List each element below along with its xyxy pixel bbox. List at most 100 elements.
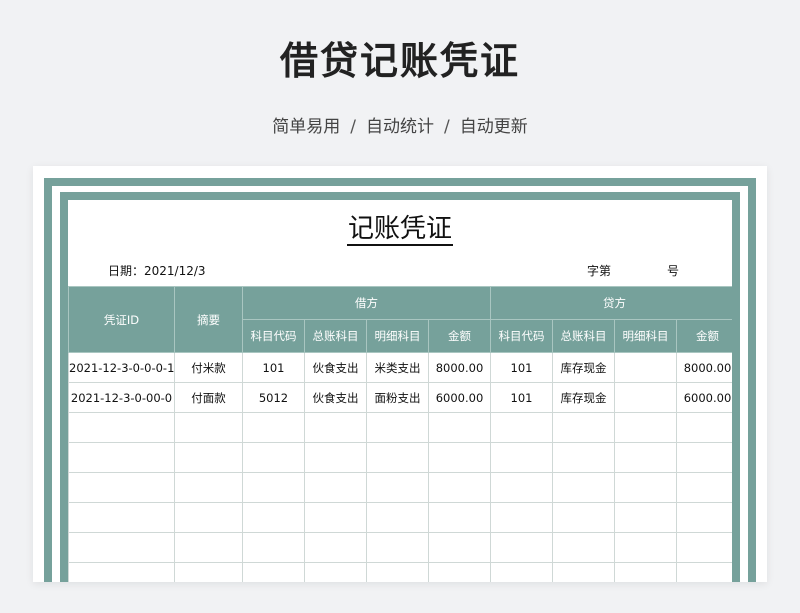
table-cell[interactable]: [552, 412, 615, 443]
table-cell[interactable]: [68, 412, 175, 443]
table-cell[interactable]: [614, 562, 677, 582]
col-credit: 贷方: [490, 286, 732, 320]
table-cell[interactable]: 6000.00: [428, 382, 491, 413]
voucher-title-text: 记账凭证: [346, 214, 453, 246]
table-cell[interactable]: [174, 472, 243, 503]
table-cell[interactable]: 库存现金: [552, 352, 615, 383]
table-cell[interactable]: [366, 472, 429, 503]
subtitle-item: 简单易用: [272, 117, 341, 137]
table-cell[interactable]: [552, 532, 615, 563]
table-cell[interactable]: 2021-12-3-0-0-0-1: [68, 352, 175, 383]
table-cell[interactable]: [428, 442, 491, 473]
table-cell[interactable]: [490, 472, 553, 503]
table-cell[interactable]: [676, 442, 732, 473]
table-cell[interactable]: [428, 532, 491, 563]
table-cell[interactable]: 5012: [242, 382, 305, 413]
table-cell[interactable]: 面粉支出: [366, 382, 429, 413]
table-cell[interactable]: [490, 562, 553, 582]
table-cell[interactable]: [174, 442, 243, 473]
table-cell[interactable]: 付米款: [174, 352, 243, 383]
table-cell[interactable]: 6000.00: [676, 382, 732, 413]
table-cell[interactable]: 付面款: [174, 382, 243, 413]
table-cell[interactable]: [174, 502, 243, 533]
table-cell[interactable]: [242, 412, 305, 443]
table-cell[interactable]: [552, 472, 615, 503]
table-cell[interactable]: [614, 502, 677, 533]
table-cell[interactable]: [242, 532, 305, 563]
table-cell[interactable]: [676, 502, 732, 533]
table-cell[interactable]: 伙食支出: [304, 352, 367, 383]
table-cell[interactable]: [676, 532, 732, 563]
table-cell[interactable]: [68, 532, 175, 563]
table-cell[interactable]: [614, 412, 677, 443]
table-cell[interactable]: [304, 472, 367, 503]
table-cell[interactable]: [242, 472, 305, 503]
col-summary: 摘要: [174, 286, 243, 353]
table-cell[interactable]: [366, 412, 429, 443]
table-cell[interactable]: 伙食支出: [304, 382, 367, 413]
col-debit-amount: 金额: [428, 319, 491, 353]
table-cell[interactable]: [676, 412, 732, 443]
table-cell[interactable]: [428, 412, 491, 443]
table-row: [68, 472, 732, 503]
date-label: 日期：: [108, 264, 145, 278]
table-cell[interactable]: [428, 502, 491, 533]
voucher-frame: 记账凭证 日期：2021/12/3 字第号 凭证ID 摘要 借方 贷方 科目代码…: [44, 178, 756, 582]
table-cell[interactable]: [68, 562, 175, 582]
table-row: [68, 502, 732, 533]
table-cell[interactable]: [366, 532, 429, 563]
subtitle-separator: /: [444, 117, 450, 137]
subtitle-separator: /: [350, 117, 356, 137]
table-cell[interactable]: [676, 472, 732, 503]
table-cell[interactable]: [68, 502, 175, 533]
col-voucher-id: 凭证ID: [68, 286, 175, 353]
table-cell[interactable]: [174, 412, 243, 443]
table-cell[interactable]: [614, 382, 677, 413]
table-cell[interactable]: [676, 562, 732, 582]
table-cell[interactable]: [242, 502, 305, 533]
table-cell[interactable]: [304, 532, 367, 563]
table-cell[interactable]: 8000.00: [428, 352, 491, 383]
table-cell[interactable]: 8000.00: [676, 352, 732, 383]
table-cell[interactable]: [304, 412, 367, 443]
frame-inner-border: 记账凭证 日期：2021/12/3 字第号 凭证ID 摘要 借方 贷方 科目代码…: [60, 192, 740, 582]
table-cell[interactable]: 101: [490, 382, 553, 413]
table-cell[interactable]: [304, 562, 367, 582]
table-cell[interactable]: [304, 442, 367, 473]
zi-label: 字第: [587, 264, 612, 278]
table-cell[interactable]: [552, 442, 615, 473]
voucher-title: 记账凭证: [68, 208, 732, 246]
table-cell[interactable]: [174, 562, 243, 582]
table-cell[interactable]: 米类支出: [366, 352, 429, 383]
table-cell[interactable]: 库存现金: [552, 382, 615, 413]
table-row: [68, 412, 732, 443]
col-debit-detail: 明细科目: [366, 319, 429, 353]
table-cell[interactable]: [68, 442, 175, 473]
table-cell[interactable]: [242, 562, 305, 582]
table-cell[interactable]: [366, 562, 429, 582]
table-cell[interactable]: [490, 532, 553, 563]
table-cell[interactable]: [242, 442, 305, 473]
col-debit: 借方: [242, 286, 491, 320]
table-cell[interactable]: [490, 502, 553, 533]
table-cell[interactable]: [552, 502, 615, 533]
table-cell[interactable]: [614, 532, 677, 563]
table-cell[interactable]: [366, 442, 429, 473]
table-cell[interactable]: [490, 442, 553, 473]
table-cell[interactable]: [428, 472, 491, 503]
table-cell[interactable]: [366, 502, 429, 533]
table-cell[interactable]: [304, 502, 367, 533]
frame-gap: 记账凭证 日期：2021/12/3 字第号 凭证ID 摘要 借方 贷方 科目代码…: [52, 186, 748, 582]
table-row: [68, 562, 732, 582]
table-cell[interactable]: 101: [242, 352, 305, 383]
table-cell[interactable]: [428, 562, 491, 582]
table-cell[interactable]: 2021-12-3-0-00-0: [68, 382, 175, 413]
table-cell[interactable]: [552, 562, 615, 582]
table-cell[interactable]: [174, 532, 243, 563]
table-cell[interactable]: [614, 442, 677, 473]
table-cell[interactable]: 101: [490, 352, 553, 383]
table-cell[interactable]: [68, 472, 175, 503]
table-cell[interactable]: [490, 412, 553, 443]
table-cell[interactable]: [614, 472, 677, 503]
table-cell[interactable]: [614, 352, 677, 383]
